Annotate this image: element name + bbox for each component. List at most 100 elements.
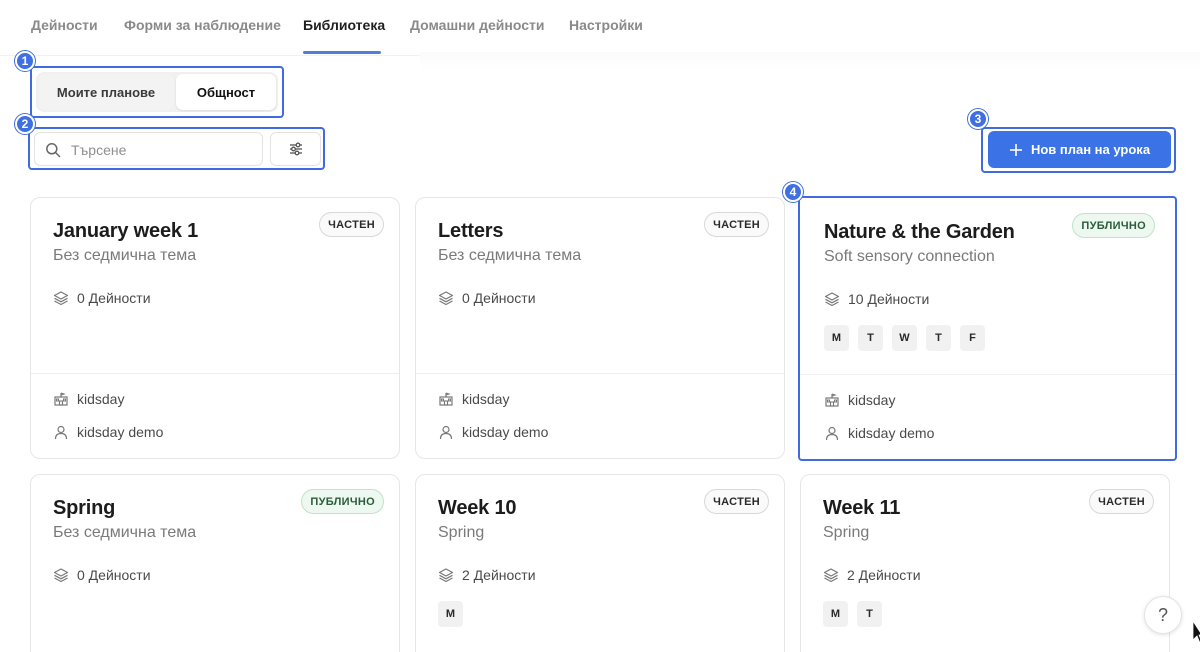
my-plans-button[interactable]: Моите планове — [38, 74, 174, 110]
search-input[interactable]: Търсене — [34, 132, 263, 166]
lesson-plan-card[interactable]: January week 1 Без седмична тема ЧАСТЕН … — [30, 197, 400, 459]
nav-shadow — [420, 52, 1200, 72]
activity-count-label: 10 Дейности — [848, 291, 930, 307]
activity-count: 10 Дейности — [824, 291, 929, 307]
school-icon — [825, 393, 839, 407]
plus-icon — [1009, 143, 1022, 156]
author-name: kidsday demo — [462, 424, 549, 440]
lesson-plan-card[interactable]: Spring Без седмична тема ПУБЛИЧНО 0 Дейн… — [30, 474, 400, 652]
card-title: January week 1 — [53, 220, 199, 242]
card-subtitle: Spring — [823, 524, 870, 541]
card-organization: kidsday — [438, 391, 509, 407]
new-lesson-plan-button[interactable]: Нов план на урока — [988, 131, 1171, 168]
mouse-cursor-icon — [1192, 620, 1200, 644]
layers-icon — [823, 568, 839, 583]
card-author: kidsday demo — [824, 425, 934, 441]
lesson-plan-card[interactable]: Week 10 Spring ЧАСТЕН 2 Дейности M — [415, 474, 785, 652]
card-title: Letters — [438, 220, 504, 242]
activity-count: 0 Дейности — [438, 290, 536, 306]
weekday-chip: T — [858, 325, 883, 351]
card-organization: kidsday — [824, 392, 895, 408]
weekday-chip: T — [926, 325, 951, 351]
activity-count-label: 2 Дейности — [847, 567, 921, 583]
weekday-chip: M — [824, 325, 849, 351]
weekday-chip: W — [892, 325, 917, 351]
lesson-plan-card[interactable]: Letters Без седмична тема ЧАСТЕН 0 Дейно… — [415, 197, 785, 459]
visibility-badge: ЧАСТЕН — [704, 489, 769, 514]
tab-observation-forms[interactable]: Форми за наблюдение — [124, 17, 281, 33]
weekday-chip: M — [823, 601, 848, 627]
weekday-chips: M — [438, 601, 463, 627]
activity-count-label: 2 Дейности — [462, 567, 536, 583]
user-icon — [439, 425, 453, 440]
card-subtitle: Soft sensory connection — [824, 248, 995, 265]
annotation-marker-1: 1 — [15, 51, 35, 71]
active-tab-indicator — [303, 51, 381, 54]
plans-scope-switch: Моите планове Общност — [30, 66, 284, 118]
weekday-chip: T — [857, 601, 882, 627]
annotation-marker-3: 3 — [968, 109, 988, 129]
switch-track: Моите планове Общност — [36, 72, 278, 112]
organization-name: kidsday — [848, 392, 896, 408]
card-title: Week 10 — [438, 497, 517, 519]
search-filter-group: Търсене — [28, 127, 325, 170]
lesson-plan-card[interactable]: Nature & the Garden Soft sensory connect… — [798, 196, 1177, 461]
search-icon — [46, 143, 61, 158]
layers-icon — [53, 291, 69, 306]
card-title: Nature & the Garden — [824, 221, 1015, 243]
card-divider — [31, 373, 399, 374]
activity-count-label: 0 Дейности — [462, 290, 536, 306]
weekday-chips: M T W T F — [824, 325, 985, 351]
school-icon — [54, 392, 68, 406]
visibility-badge: ЧАСТЕН — [704, 212, 769, 237]
lesson-plan-card[interactable]: Week 11 Spring ЧАСТЕН 2 Дейности M T — [800, 474, 1170, 652]
new-plan-group: Нов план на урока — [981, 127, 1176, 173]
top-navigation: Дейности Форми за наблюдение Библиотека … — [0, 0, 1200, 56]
author-name: kidsday demo — [848, 425, 935, 441]
visibility-badge: ПУБЛИЧНО — [1072, 213, 1155, 238]
tab-settings[interactable]: Настройки — [569, 17, 643, 33]
card-subtitle: Без седмична тема — [53, 524, 197, 541]
weekday-chips: M T — [823, 601, 882, 627]
activity-count: 2 Дейности — [823, 567, 921, 583]
card-subtitle: Без седмична тема — [53, 247, 197, 264]
sliders-icon — [289, 142, 302, 156]
tab-home-activities[interactable]: Домашни дейности — [410, 17, 544, 33]
visibility-badge: ПУБЛИЧНО — [301, 489, 384, 514]
activity-count: 0 Дейности — [53, 290, 151, 306]
user-icon — [54, 425, 68, 440]
card-author: kidsday demo — [53, 424, 163, 440]
tab-activities[interactable]: Дейности — [31, 17, 98, 33]
card-divider — [800, 374, 1175, 375]
activity-count-label: 0 Дейности — [77, 567, 151, 583]
author-name: kidsday demo — [77, 424, 164, 440]
card-author: kidsday demo — [438, 424, 548, 440]
school-icon — [439, 392, 453, 406]
activity-count: 0 Дейности — [53, 567, 151, 583]
card-title: Spring — [53, 497, 116, 519]
activity-count-label: 0 Дейности — [77, 290, 151, 306]
weekday-chip: F — [960, 325, 985, 351]
visibility-badge: ЧАСТЕН — [319, 212, 384, 237]
layers-icon — [438, 291, 454, 306]
community-button[interactable]: Общност — [176, 74, 276, 110]
layers-icon — [438, 568, 454, 583]
tab-library[interactable]: Библиотека — [303, 17, 385, 33]
annotation-marker-4: 4 — [783, 182, 803, 202]
organization-name: kidsday — [77, 391, 125, 407]
layers-icon — [824, 292, 840, 307]
layers-icon — [53, 568, 69, 583]
filter-button[interactable] — [270, 132, 321, 166]
weekday-chip: M — [438, 601, 463, 627]
card-title: Week 11 — [823, 497, 901, 519]
card-divider — [416, 373, 784, 374]
help-button[interactable]: ? — [1144, 596, 1182, 634]
annotation-marker-2: 2 — [15, 114, 35, 134]
card-subtitle: Spring — [438, 524, 485, 541]
search-placeholder: Търсене — [71, 142, 127, 158]
card-subtitle: Без седмична тема — [438, 247, 582, 264]
new-plan-label: Нов план на урока — [1030, 142, 1151, 157]
organization-name: kidsday — [462, 391, 510, 407]
user-icon — [825, 426, 839, 441]
visibility-badge: ЧАСТЕН — [1089, 489, 1154, 514]
